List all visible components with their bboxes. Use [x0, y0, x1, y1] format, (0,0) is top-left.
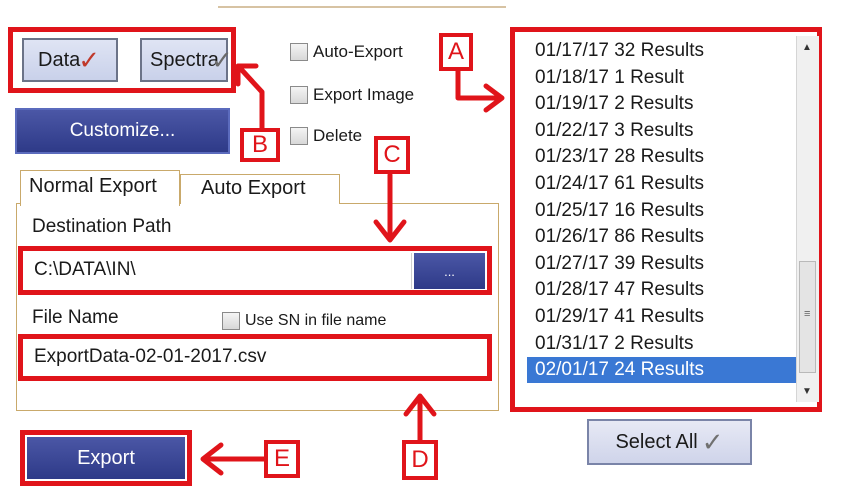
destination-path-value: C:\DATA\IN\	[34, 259, 136, 280]
list-item[interactable]: 01/23/17 28 Results	[535, 144, 704, 170]
list-item[interactable]: 01/18/17 1 Result	[535, 65, 684, 91]
tab-normal-export[interactable]: Normal Export	[20, 170, 180, 206]
export-image-checkbox[interactable]: Export Image	[290, 85, 414, 105]
data-toggle-label: Data	[38, 48, 81, 71]
callout-c-letter: C	[383, 141, 401, 168]
list-item[interactable]: 01/31/17 2 Results	[535, 331, 693, 357]
use-sn-label: Use SN in file name	[245, 312, 387, 329]
export-button-label: Export	[77, 446, 135, 469]
callout-b-letter: B	[251, 131, 268, 158]
scroll-down-arrow-icon[interactable]: ▼	[802, 386, 812, 397]
callout-a: A	[439, 33, 473, 71]
auto-export-label: Auto-Export	[313, 42, 403, 61]
checkbox-box[interactable]	[290, 86, 308, 104]
list-scrollbar[interactable]: ▲ ≡ ▼	[796, 36, 819, 402]
list-item[interactable]: 01/27/17 39 Results	[535, 251, 704, 277]
checkbox-box[interactable]	[290, 43, 308, 61]
callout-d: D	[402, 440, 438, 480]
callout-d-letter: D	[411, 446, 429, 473]
use-sn-checkbox[interactable]: Use SN in file name	[222, 312, 386, 330]
top-divider	[218, 0, 506, 8]
tab-auto-export[interactable]: Auto Export	[180, 174, 340, 204]
callout-a-arrow	[455, 67, 503, 101]
customize-button[interactable]: Customize...	[15, 108, 230, 154]
checkmark-icon: ✓	[210, 45, 233, 75]
file-name-value: ExportData-02-01-2017.csv	[34, 346, 267, 367]
callout-a-letter: A	[447, 38, 464, 65]
callout-e-letter: E	[273, 445, 290, 472]
tab-normal-export-label: Normal Export	[29, 175, 157, 197]
spectra-toggle-label: Spectra	[150, 48, 219, 71]
checkmark-icon: ✓	[701, 426, 724, 457]
callout-c: C	[374, 136, 410, 174]
callout-b-arrow	[237, 65, 265, 131]
callout-b: B	[240, 128, 280, 162]
browse-button-label: ...	[444, 263, 455, 279]
list-item[interactable]: 01/17/17 32 Results	[535, 38, 704, 64]
auto-export-checkbox[interactable]: Auto-Export	[290, 42, 403, 62]
list-item[interactable]: 01/19/17 2 Results	[535, 91, 693, 117]
select-all-label: Select All	[615, 430, 698, 453]
browse-button[interactable]: ...	[414, 253, 485, 289]
tab-auto-export-label: Auto Export	[201, 177, 306, 199]
list-item[interactable]: 01/28/17 47 Results	[535, 277, 704, 303]
list-item[interactable]: 01/29/17 41 Results	[535, 304, 704, 330]
export-image-label: Export Image	[313, 85, 415, 104]
grip-icon: ≡	[804, 308, 811, 320]
scroll-thumb[interactable]: ≡	[799, 261, 816, 373]
checkbox-box[interactable]	[222, 312, 240, 330]
delete-label: Delete	[313, 126, 363, 145]
checkmark-icon: ✓	[78, 45, 101, 75]
data-toggle-button[interactable]: Data ✓	[22, 38, 118, 82]
list-item[interactable]: 02/01/17 24 Results	[527, 357, 799, 384]
delete-checkbox[interactable]: Delete	[290, 126, 362, 146]
results-list[interactable]: 01/17/17 32 Results 01/18/17 1 Result 01/1…	[510, 27, 822, 412]
export-button[interactable]: Export	[27, 437, 185, 479]
spectra-toggle-button[interactable]: Spectra ✓	[140, 38, 233, 82]
file-name-field[interactable]: ExportData-02-01-2017.csv	[26, 340, 486, 375]
callout-e: E	[264, 440, 300, 478]
select-all-button[interactable]: Select All ✓	[587, 419, 752, 465]
checkbox-box[interactable]	[290, 127, 308, 145]
destination-path-field[interactable]: C:\DATA\IN\	[26, 253, 412, 289]
scroll-up-arrow-icon[interactable]: ▲	[802, 42, 812, 53]
customize-button-label: Customize...	[69, 120, 176, 141]
file-name-label: File Name	[32, 307, 119, 328]
destination-path-label: Destination Path	[32, 216, 172, 237]
list-item[interactable]: 01/24/17 61 Results	[535, 171, 704, 197]
list-item[interactable]: 01/26/17 86 Results	[535, 224, 704, 250]
list-item[interactable]: 01/22/17 3 Results	[535, 118, 693, 144]
list-item[interactable]: 01/25/17 16 Results	[535, 198, 704, 224]
